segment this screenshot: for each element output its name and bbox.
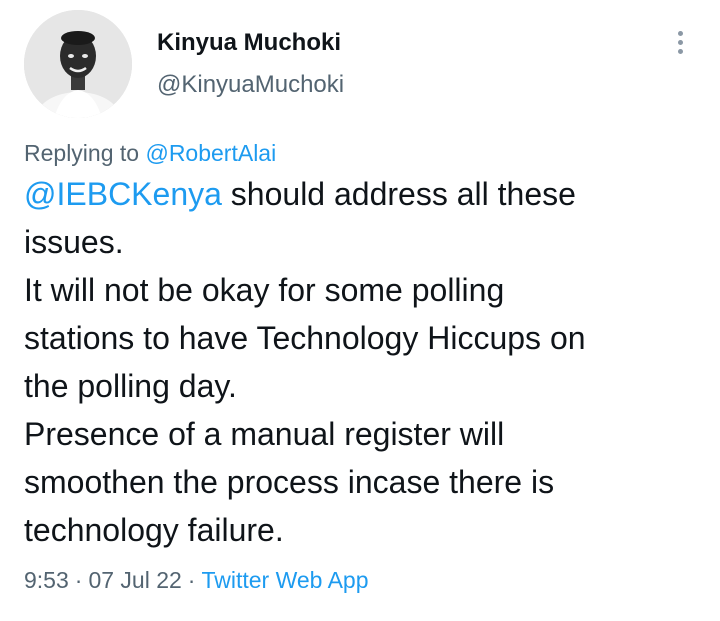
reply-to-handle-link[interactable]: @RobertAlai	[145, 140, 276, 166]
tweet-source-link[interactable]: Twitter Web App	[201, 567, 368, 593]
tweet-text-line: stations to have Technology Hiccups on	[24, 320, 586, 356]
tweet-time[interactable]: 9:53	[24, 567, 69, 593]
meta-separator: ·	[187, 567, 196, 593]
more-vertical-icon	[677, 30, 683, 36]
tweet-text-line: It will not be okay for some polling	[24, 272, 505, 308]
more-options-button[interactable]	[666, 24, 694, 60]
tweet-text-line: issues.	[24, 224, 124, 260]
avatar-photo	[24, 10, 132, 118]
tweet-meta: 9:53 · 07 Jul 22 · Twitter Web App	[24, 564, 369, 596]
author-handle[interactable]: @KinyuaMuchoki	[157, 70, 344, 100]
replying-to-label: Replying to	[24, 140, 140, 166]
tweet-text-line: @IEBCKenya should address all these	[24, 170, 704, 218]
avatar[interactable]	[24, 10, 132, 118]
replying-to: Replying to @RobertAlai	[24, 138, 276, 168]
tweet-text-line: Presence of a manual register will	[24, 416, 505, 452]
tweet-date[interactable]: 07 Jul 22	[88, 567, 181, 593]
tweet-text-line: smoothen the process incase there is	[24, 464, 555, 500]
mention-link[interactable]: @IEBCKenya	[24, 176, 222, 212]
meta-separator: ·	[74, 567, 83, 593]
tweet-text-line: the polling day.	[24, 368, 237, 404]
tweet-text-segment: should address all these	[221, 176, 576, 212]
author-display-name[interactable]: Kinyua Muchoki	[157, 28, 341, 58]
more-vertical-icon-dot	[677, 48, 683, 54]
tweet-text: @IEBCKenya should address all these issu…	[24, 170, 704, 554]
tweet-text-line: technology failure.	[24, 512, 284, 548]
more-vertical-icon-dot	[677, 39, 683, 45]
